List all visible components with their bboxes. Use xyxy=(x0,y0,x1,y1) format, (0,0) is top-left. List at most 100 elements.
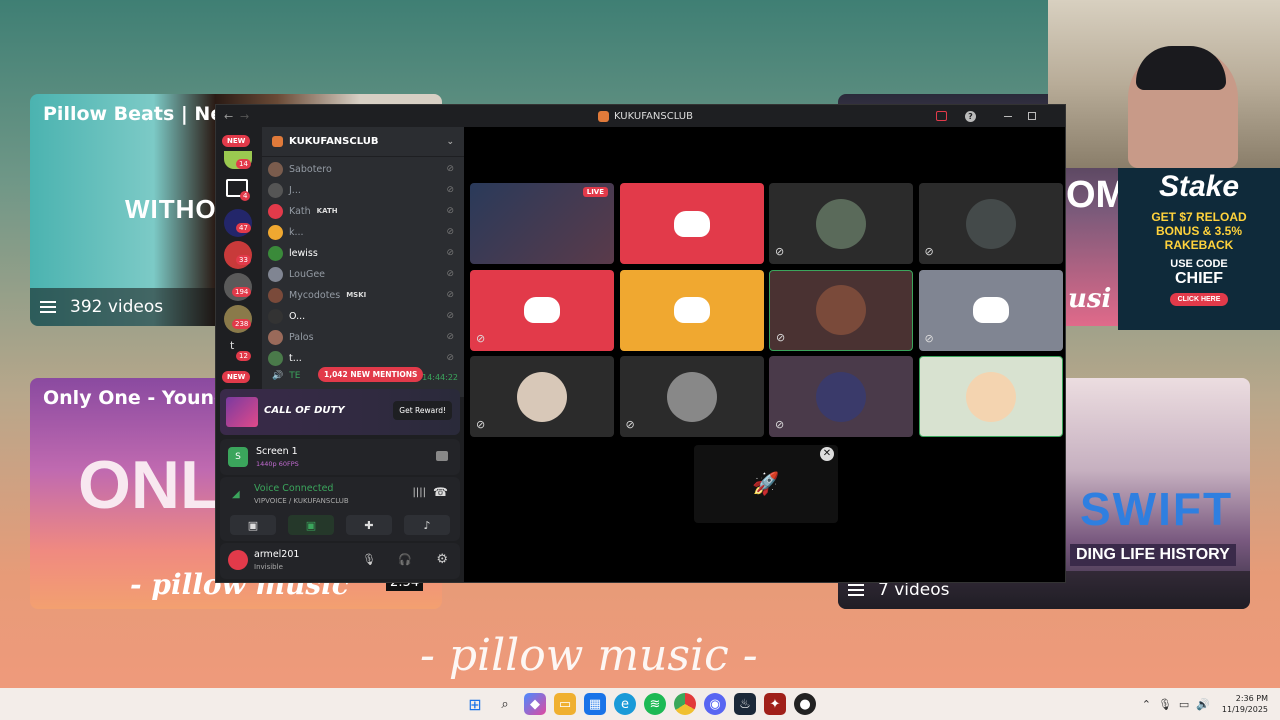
muted-mic-icon: ⊘ xyxy=(625,418,635,431)
stop-stream-icon[interactable] xyxy=(436,451,448,461)
forward-arrow-icon[interactable]: → xyxy=(240,110,249,123)
start-button[interactable]: ⊞ xyxy=(464,693,486,715)
stake-ad[interactable]: Stake GET $7 RELOAD BONUS & 3.5% RAKEBAC… xyxy=(1118,168,1280,330)
member-row[interactable]: t... ⊘ xyxy=(268,348,462,368)
windows-taskbar: ⊞ ⌕ ◆ ▭ ▦ e ≋ ◉ ♨ ✦ ● ⌃ 🎙 ▭ 🔊 2:36 PM 11… xyxy=(0,688,1280,720)
help-icon[interactable]: ? xyxy=(965,110,976,122)
member-avatar xyxy=(268,329,283,345)
close-icon[interactable]: ✕ xyxy=(820,447,834,461)
member-avatar xyxy=(268,245,283,261)
mention-badge: 4 xyxy=(240,191,251,201)
chevron-down-icon[interactable]: ⌄ xyxy=(446,137,454,147)
stake-logo: Stake xyxy=(1158,170,1240,203)
chrome-icon[interactable] xyxy=(674,693,696,715)
participant-avatar xyxy=(816,285,866,335)
muted-mic-icon: ⊘ xyxy=(446,311,454,321)
server-header[interactable]: KUKUFANSCLUB ⌄ xyxy=(262,127,464,157)
store-icon[interactable]: ▦ xyxy=(584,693,606,715)
participant-tile[interactable]: ⊘ xyxy=(619,356,764,437)
muted-mic-icon: ⊘ xyxy=(446,206,454,216)
stream-quality: 1440p 60FPS xyxy=(256,460,299,468)
voice-status[interactable]: Voice Connected xyxy=(254,483,333,494)
voice-channel-row[interactable]: 🔊 TE xyxy=(272,371,300,381)
edge-icon[interactable]: e xyxy=(614,693,636,715)
member-row[interactable]: Mycodotes MSKI ⊘ xyxy=(268,285,462,305)
pillow-music-footer: - pillow music - xyxy=(420,630,758,681)
participant-tile[interactable]: ⊘ xyxy=(918,269,1063,351)
soundboard-button[interactable]: ♪ xyxy=(404,515,450,535)
noise-suppression-icon[interactable]: |||| xyxy=(413,487,426,498)
member-row[interactable]: Palos ⊘ xyxy=(268,327,462,347)
voice-channel-name[interactable]: VIPVOICE / KUKUFANSCLUB xyxy=(254,497,349,505)
participant-avatar xyxy=(816,371,866,422)
participant-tile[interactable]: ⊘ xyxy=(769,183,913,264)
settings-gear-icon[interactable]: ⚙ xyxy=(436,552,448,567)
mention-badge: 238 xyxy=(232,319,252,329)
member-row[interactable]: k... ⊘ xyxy=(268,222,462,242)
member-avatar xyxy=(268,203,283,219)
member-row[interactable]: LouGee ⊘ xyxy=(268,264,462,284)
participant-tile[interactable] xyxy=(918,356,1063,437)
user-avatar[interactable] xyxy=(228,550,248,570)
participant-tile[interactable] xyxy=(619,269,764,351)
muted-mic-icon: ⊘ xyxy=(476,418,486,431)
obs-icon[interactable]: ● xyxy=(794,693,816,715)
participant-tile[interactable] xyxy=(619,183,764,264)
participant-tile[interactable]: ⊘ xyxy=(918,183,1063,264)
muted-mic-icon: ⊘ xyxy=(924,331,934,345)
promo-banner[interactable]: CALL OF DUTY Get Reward! xyxy=(220,389,460,435)
member-avatar xyxy=(268,266,283,282)
member-row[interactable]: O... ⊘ xyxy=(268,306,462,326)
minimize-button[interactable] xyxy=(1004,115,1012,117)
copilot-icon[interactable]: ◆ xyxy=(524,693,546,715)
member-name: Palos xyxy=(289,331,314,343)
clock[interactable]: 2:36 PM 11/19/2025 xyxy=(1222,693,1268,715)
spotify-icon[interactable]: ≋ xyxy=(644,693,666,715)
muted-mic-icon: ⊘ xyxy=(446,269,454,279)
dota-icon[interactable]: ✦ xyxy=(764,693,786,715)
file-explorer-icon[interactable]: ▭ xyxy=(554,693,576,715)
member-row[interactable]: lewiss ⊘ xyxy=(268,243,462,263)
screen-share-icon: S xyxy=(228,447,248,467)
camera-off-button[interactable]: ▣ xyxy=(230,515,276,535)
member-name: k... xyxy=(289,226,304,238)
participant-tile[interactable]: ⊘ xyxy=(769,269,913,351)
discord-icon[interactable]: ◉ xyxy=(704,693,726,715)
participant-tile[interactable]: LIVE xyxy=(470,183,614,264)
card-title: Only One - Young xyxy=(43,387,228,409)
steam-icon[interactable]: ♨ xyxy=(734,693,756,715)
member-avatar xyxy=(268,287,283,303)
maximize-button[interactable] xyxy=(1028,112,1036,120)
member-row[interactable]: Kath KATH ⊘ xyxy=(268,201,462,221)
inbox-icon[interactable] xyxy=(936,111,947,121)
stream-panel: S Screen 1 1440p 60FPS xyxy=(220,439,460,475)
member-name: LouGee xyxy=(289,268,326,280)
share-screen-button[interactable]: ▣ xyxy=(288,515,334,535)
muted-mic-icon: ⊘ xyxy=(775,245,785,258)
rocket-icon: 🚀 xyxy=(752,471,780,497)
get-reward-button[interactable]: Get Reward! xyxy=(393,401,452,420)
headphones-icon[interactable]: 🎧 xyxy=(398,553,412,566)
participant-tile[interactable]: ⊘ xyxy=(769,356,913,437)
mentions-pill[interactable]: 1,042 NEW MENTIONS xyxy=(318,367,424,382)
member-row[interactable]: J... ⊘ xyxy=(268,180,462,200)
discord-logo-icon xyxy=(972,297,1009,323)
muted-mic-icon: ⊘ xyxy=(446,185,454,195)
stake-cta-button[interactable]: CLICK HERE xyxy=(1169,293,1229,306)
system-tray[interactable]: ⌃ 🎙 ▭ 🔊 xyxy=(1142,698,1210,711)
participant-tile[interactable]: ⊘ xyxy=(470,356,614,437)
voice-stage: LIVE ⊘ ⊘ ⊘ ⊘ ⊘ ⊘ ⊘ ⊘ 🚀 ✕ xyxy=(464,127,1065,582)
invite-tile[interactable]: 🚀 xyxy=(694,445,838,523)
muted-mic-icon: ⊘ xyxy=(446,290,454,300)
participant-avatar xyxy=(965,371,1016,422)
search-icon[interactable]: ⌕ xyxy=(494,693,516,715)
participant-avatar xyxy=(666,371,717,422)
member-row[interactable]: Sabotero ⊘ xyxy=(268,159,462,179)
activities-button[interactable]: ✚ xyxy=(346,515,392,535)
microphone-icon[interactable]: 🎙 xyxy=(362,553,376,566)
back-arrow-icon[interactable]: ← xyxy=(224,110,233,123)
disconnect-icon[interactable]: ☎ xyxy=(433,485,448,499)
member-name: J... xyxy=(289,184,301,196)
muted-mic-icon: ⊘ xyxy=(446,227,454,237)
participant-tile[interactable]: ⊘ xyxy=(470,269,614,351)
